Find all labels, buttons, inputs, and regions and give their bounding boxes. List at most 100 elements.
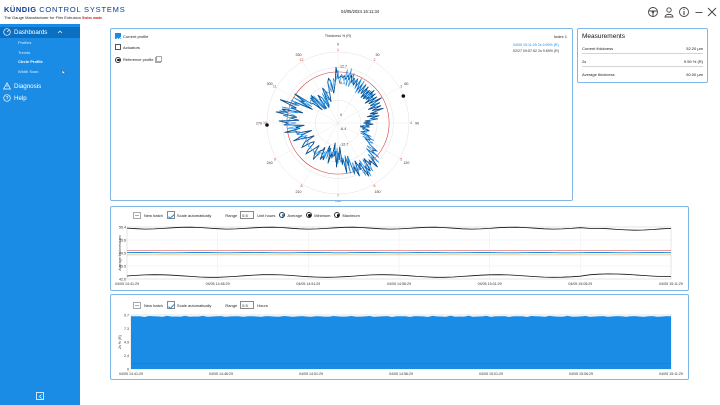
y-tick-label: 2.4 (124, 354, 129, 358)
angle-label: 120 (403, 161, 409, 165)
angle-label: 30 (376, 53, 380, 57)
angle-label: 300 (267, 82, 273, 86)
angle-label: 60 (404, 82, 408, 86)
divider (582, 53, 703, 54)
x-tick-label: 04/05 15:01:29 (478, 282, 502, 286)
x-tick-label: 04/05 15:06:29 (568, 282, 592, 286)
sidebar-item-label: Dashboards (14, 28, 48, 36)
y-axis-label: Average thickness µm (118, 235, 122, 270)
x-tick-label: 04/05 15:11:29 (659, 282, 683, 286)
red-marker: 5 (400, 158, 402, 162)
angle-label: 270 (256, 122, 262, 126)
measurement-label: Average thickness (582, 72, 615, 77)
help-icon (3, 94, 11, 102)
ring-label: 6.4 (340, 81, 345, 85)
red-marker: 2 (374, 58, 376, 62)
y-tick-label: 42.6 (119, 278, 126, 282)
polar-chart[interactable]: Thickness % (R)0130260390412051506180721… (111, 29, 574, 202)
gauge-icon (3, 28, 11, 36)
chevron-left-icon (39, 394, 42, 399)
x-tick-label: 04/05 15:11:29 (659, 372, 683, 376)
sidebar-item-diagnosis[interactable]: Diagnosis (3, 81, 41, 91)
average-thickness-trend-panel: New batch Scale automatically Range 0.5 … (110, 206, 689, 291)
red-marker: 6 (374, 184, 376, 188)
measurements-panel: Measurements Current thickness 52.20 µm … (577, 28, 708, 83)
measurement-label: 2s (582, 59, 587, 64)
x-tick-label: 04/05 15:01:29 (479, 372, 503, 376)
profile-marker (401, 94, 406, 98)
x-tick-label: 04/05 14:41:29 (119, 372, 143, 376)
red-marker: 3 (400, 85, 402, 89)
profile-marker (265, 123, 269, 127)
collapse-sidebar-button[interactable] (36, 392, 44, 400)
brand-logo: KÜNDIG CONTROL SYSTEMS (4, 5, 126, 14)
brand-sub: CONTROL SYSTEMS (39, 5, 126, 14)
warning-icon (3, 82, 11, 90)
sidebar-item-label: Diagnosis (14, 82, 42, 90)
user-icon[interactable] (663, 6, 675, 18)
ring-label: -12.7 (340, 143, 348, 147)
tagline-text: The Gauge Manufacturer for Film Extrusio… (4, 15, 81, 20)
current-datetime: 04/05/2024 15:11:34 (341, 9, 380, 14)
red-marker: 1 (337, 48, 339, 52)
y-tick-label: 9.7 (124, 314, 129, 318)
red-marker: 7 (337, 194, 339, 198)
circle-profile-panel: Current profile Actuators Reference prof… (110, 28, 574, 202)
measurement-label: Current thickness (582, 46, 614, 51)
angle-label: 150 (375, 190, 381, 194)
sidebar-item-help[interactable]: Help (3, 93, 27, 103)
sidebar-item-profiles[interactable]: Profiles (18, 40, 31, 45)
polar-title: Thickness % (R) (325, 34, 351, 38)
ring-label: 12.7 (340, 65, 347, 69)
brand-name: KÜNDIG (4, 5, 37, 14)
red-marker: 8 (301, 184, 303, 188)
chevron-up-icon[interactable] (57, 29, 63, 35)
info-icon[interactable] (678, 6, 690, 18)
red-marker: 9 (274, 158, 276, 162)
measurement-row-current-thickness: Current thickness 52.20 µm (582, 46, 703, 51)
x-tick-label: 04/05 15:06:29 (569, 372, 593, 376)
sidebar-item-dashboards[interactable]: Dashboards (3, 27, 66, 37)
measurement-value: 50.00 µm (686, 72, 703, 77)
cursor-icon (61, 70, 66, 75)
sidebar-item-width-scan[interactable]: Width Scan (18, 69, 38, 74)
x-tick-label: 04/05 14:56:29 (389, 372, 413, 376)
ring-label: -6.4 (340, 127, 346, 131)
angle-label: 210 (296, 190, 302, 194)
ring-label: 0 (340, 113, 342, 117)
angle-label: 240 (267, 161, 273, 165)
y-tick-label: 56.4 (119, 226, 126, 230)
brand-tagline: The Gauge Manufacturer for Film Extrusio… (4, 15, 102, 20)
divider (582, 66, 703, 67)
x-tick-label: 04/05 14:56:29 (387, 282, 411, 286)
measurements-title: Measurements (582, 33, 625, 40)
y-tick-label: 4.9 (124, 341, 129, 345)
minimize-icon[interactable] (693, 6, 705, 18)
two-sigma-area (131, 315, 671, 369)
two-sigma-chart[interactable]: 9.7 7.3 4.9 2.4 004/05 14:41:29 04/05 14:46:2… (111, 295, 690, 381)
trend-chart[interactable]: 56.453.649.545.542.604/05 14:41:29 04/05 … (111, 207, 690, 292)
current-profile-line (275, 66, 384, 177)
x-tick-label: 04/05 14:41:29 (115, 282, 139, 286)
x-tick-label: 04/05 14:51:29 (296, 282, 320, 286)
measurement-row-average-thickness: Average thickness 50.00 µm (582, 72, 703, 77)
red-marker: 11 (273, 85, 277, 89)
sidebar-item-label: Help (14, 94, 27, 102)
measurement-value: 52.20 µm (686, 46, 703, 51)
y-tick-label: 0 (127, 368, 129, 372)
red-marker: 12 (300, 58, 304, 62)
measurement-value: 9.59 % (R) (683, 59, 703, 64)
sidebar-item-circle-profile[interactable]: Circle Profile (18, 59, 43, 64)
swiss-made-badge: Swiss made (82, 16, 103, 20)
y-tick-label: 7.3 (124, 327, 129, 331)
steering-wheel-icon[interactable] (647, 6, 659, 18)
sidebar-item-trends[interactable]: Trends (18, 50, 30, 55)
two-sigma-trend-panel: New batch Scale automatically Range 0.5 … (110, 294, 689, 380)
y-axis-label: 2s % (R) (118, 335, 122, 349)
angle-label: 330 (296, 53, 302, 57)
x-tick-label: 04/05 14:46:29 (209, 372, 233, 376)
measurement-row-2s: 2s 9.59 % (R) (582, 59, 703, 64)
x-tick-label: 04/05 14:46:29 (206, 282, 230, 286)
close-icon[interactable] (706, 6, 718, 18)
red-marker: 4 (410, 121, 412, 125)
